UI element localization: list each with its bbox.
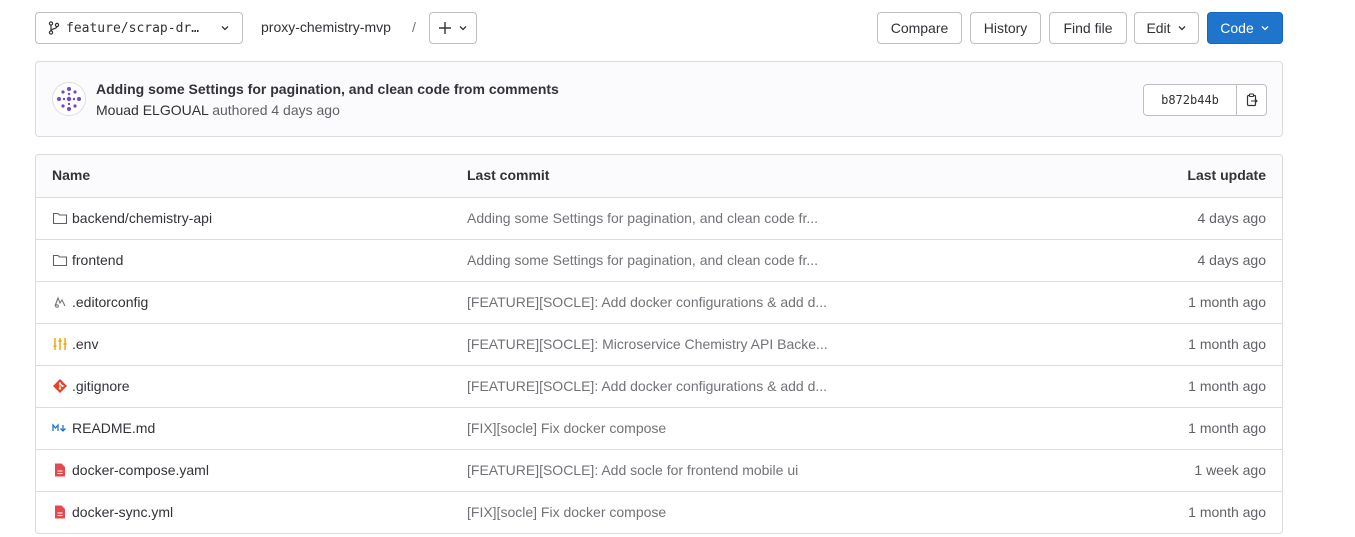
file-name[interactable]: README.md xyxy=(72,420,155,436)
breadcrumb-separator: / xyxy=(412,19,416,35)
file-name[interactable]: .gitignore xyxy=(72,378,130,394)
file-red-icon xyxy=(52,462,68,478)
commit-author[interactable]: Mouad ELGOUAL xyxy=(96,102,208,118)
avatar[interactable] xyxy=(52,82,86,116)
find-file-button[interactable]: Find file xyxy=(1049,12,1127,44)
folder-icon xyxy=(52,252,68,268)
file-red-icon xyxy=(52,504,68,520)
commit-sha[interactable]: b872b44b xyxy=(1144,85,1237,115)
chevron-down-icon xyxy=(1178,26,1186,31)
last-update-time: 1 month ago xyxy=(1188,420,1266,436)
last-update-time: 1 month ago xyxy=(1188,378,1266,394)
table-row[interactable]: docker-compose.yaml [FEATURE][SOCLE]: Add… xyxy=(36,449,1282,491)
breadcrumb-repo[interactable]: proxy-chemistry-mvp xyxy=(261,19,391,35)
code-label: Code xyxy=(1220,20,1254,36)
branch-name: feature/scrap-dr… xyxy=(66,20,200,36)
plus-icon xyxy=(439,22,451,34)
folder-icon xyxy=(52,210,68,226)
file-name[interactable]: .editorconfig xyxy=(72,294,148,310)
table-row[interactable]: frontend Adding some Settings for paginat… xyxy=(36,239,1282,281)
header-last-commit: Last commit xyxy=(467,167,550,183)
last-update-time: 4 days ago xyxy=(1197,252,1267,268)
copy-icon xyxy=(1246,93,1258,107)
editorconfig-icon xyxy=(52,294,68,310)
commit-message-link[interactable]: [FEATURE][SOCLE]: Add socle for frontend… xyxy=(467,462,798,478)
edit-label: Edit xyxy=(1146,20,1171,36)
table-row[interactable]: docker-sync.yml [FIX][socle] Fix docker c… xyxy=(36,491,1282,533)
table-row[interactable]: README.md [FIX][socle] Fix docker compose… xyxy=(36,407,1282,449)
commit-message-link[interactable]: Adding some Settings for pagination, and… xyxy=(467,210,818,226)
history-button[interactable]: History xyxy=(970,12,1041,44)
chevron-down-icon xyxy=(1261,26,1269,31)
chevron-down-icon xyxy=(221,26,229,31)
commit-message-link[interactable]: [FEATURE][SOCLE]: Add docker configurati… xyxy=(467,378,827,394)
commit-title[interactable]: Adding some Settings for pagination, and… xyxy=(96,81,559,97)
last-update-time: 1 month ago xyxy=(1188,294,1266,310)
file-name-cell[interactable]: frontend xyxy=(52,252,123,268)
commit-message-link[interactable]: [FIX][socle] Fix docker compose xyxy=(467,504,666,520)
commit-time: authored 4 days ago xyxy=(212,102,340,118)
file-name-cell[interactable]: .env xyxy=(52,336,98,352)
commit-message-link[interactable]: Adding some Settings for pagination, and… xyxy=(467,252,818,268)
file-name[interactable]: frontend xyxy=(72,252,123,268)
file-name-cell[interactable]: README.md xyxy=(52,420,155,436)
git-icon xyxy=(52,378,68,394)
add-to-tree-button[interactable] xyxy=(429,12,477,44)
file-name[interactable]: docker-compose.yaml xyxy=(72,462,209,478)
chevron-down-icon xyxy=(459,26,467,31)
last-update-time: 1 week ago xyxy=(1194,462,1266,478)
table-header: Name Last commit Last update xyxy=(36,155,1282,197)
last-commit-panel: Adding some Settings for pagination, and… xyxy=(35,61,1283,137)
table-row[interactable]: .env [FEATURE][SOCLE]: Microservice Chemi… xyxy=(36,323,1282,365)
file-name[interactable]: docker-sync.yml xyxy=(72,504,173,520)
last-update-time: 4 days ago xyxy=(1197,210,1267,226)
code-button[interactable]: Code xyxy=(1207,12,1283,44)
file-name[interactable]: .env xyxy=(72,336,98,352)
table-row[interactable]: .editorconfig [FEATURE][SOCLE]: Add docke… xyxy=(36,281,1282,323)
file-name-cell[interactable]: backend/chemistry-api xyxy=(52,210,212,226)
last-update-time: 1 month ago xyxy=(1188,336,1266,352)
last-update-time: 1 month ago xyxy=(1188,504,1266,520)
compare-button[interactable]: Compare xyxy=(877,12,962,44)
file-tree-table: Name Last commit Last update backend/che… xyxy=(35,154,1283,534)
branch-icon xyxy=(48,21,60,35)
markdown-icon xyxy=(52,420,68,436)
header-last-update: Last update xyxy=(1187,167,1266,183)
table-row[interactable]: backend/chemistry-api Adding some Setting… xyxy=(36,197,1282,239)
commit-sha-group: b872b44b xyxy=(1143,84,1267,116)
edit-button[interactable]: Edit xyxy=(1134,12,1199,44)
commit-message-link[interactable]: [FEATURE][SOCLE]: Add docker configurati… xyxy=(467,294,827,310)
commit-message-link[interactable]: [FIX][socle] Fix docker compose xyxy=(467,420,666,436)
header-name: Name xyxy=(52,167,91,183)
file-name-cell[interactable]: .gitignore xyxy=(52,378,130,394)
file-name-cell[interactable]: docker-sync.yml xyxy=(52,504,173,520)
identicon-icon xyxy=(53,83,85,115)
file-name-cell[interactable]: docker-compose.yaml xyxy=(52,462,209,478)
file-name[interactable]: backend/chemistry-api xyxy=(72,210,212,226)
table-row[interactable]: .gitignore [FEATURE][SOCLE]: Add docker c… xyxy=(36,365,1282,407)
copy-sha-button[interactable] xyxy=(1237,85,1266,115)
env-icon xyxy=(52,336,68,352)
commit-author-line: Mouad ELGOUAL authored 4 days ago xyxy=(96,102,340,118)
branch-selector[interactable]: feature/scrap-dr… xyxy=(35,12,243,44)
file-name-cell[interactable]: .editorconfig xyxy=(52,294,148,310)
commit-message-link[interactable]: [FEATURE][SOCLE]: Microservice Chemistry… xyxy=(467,336,828,352)
